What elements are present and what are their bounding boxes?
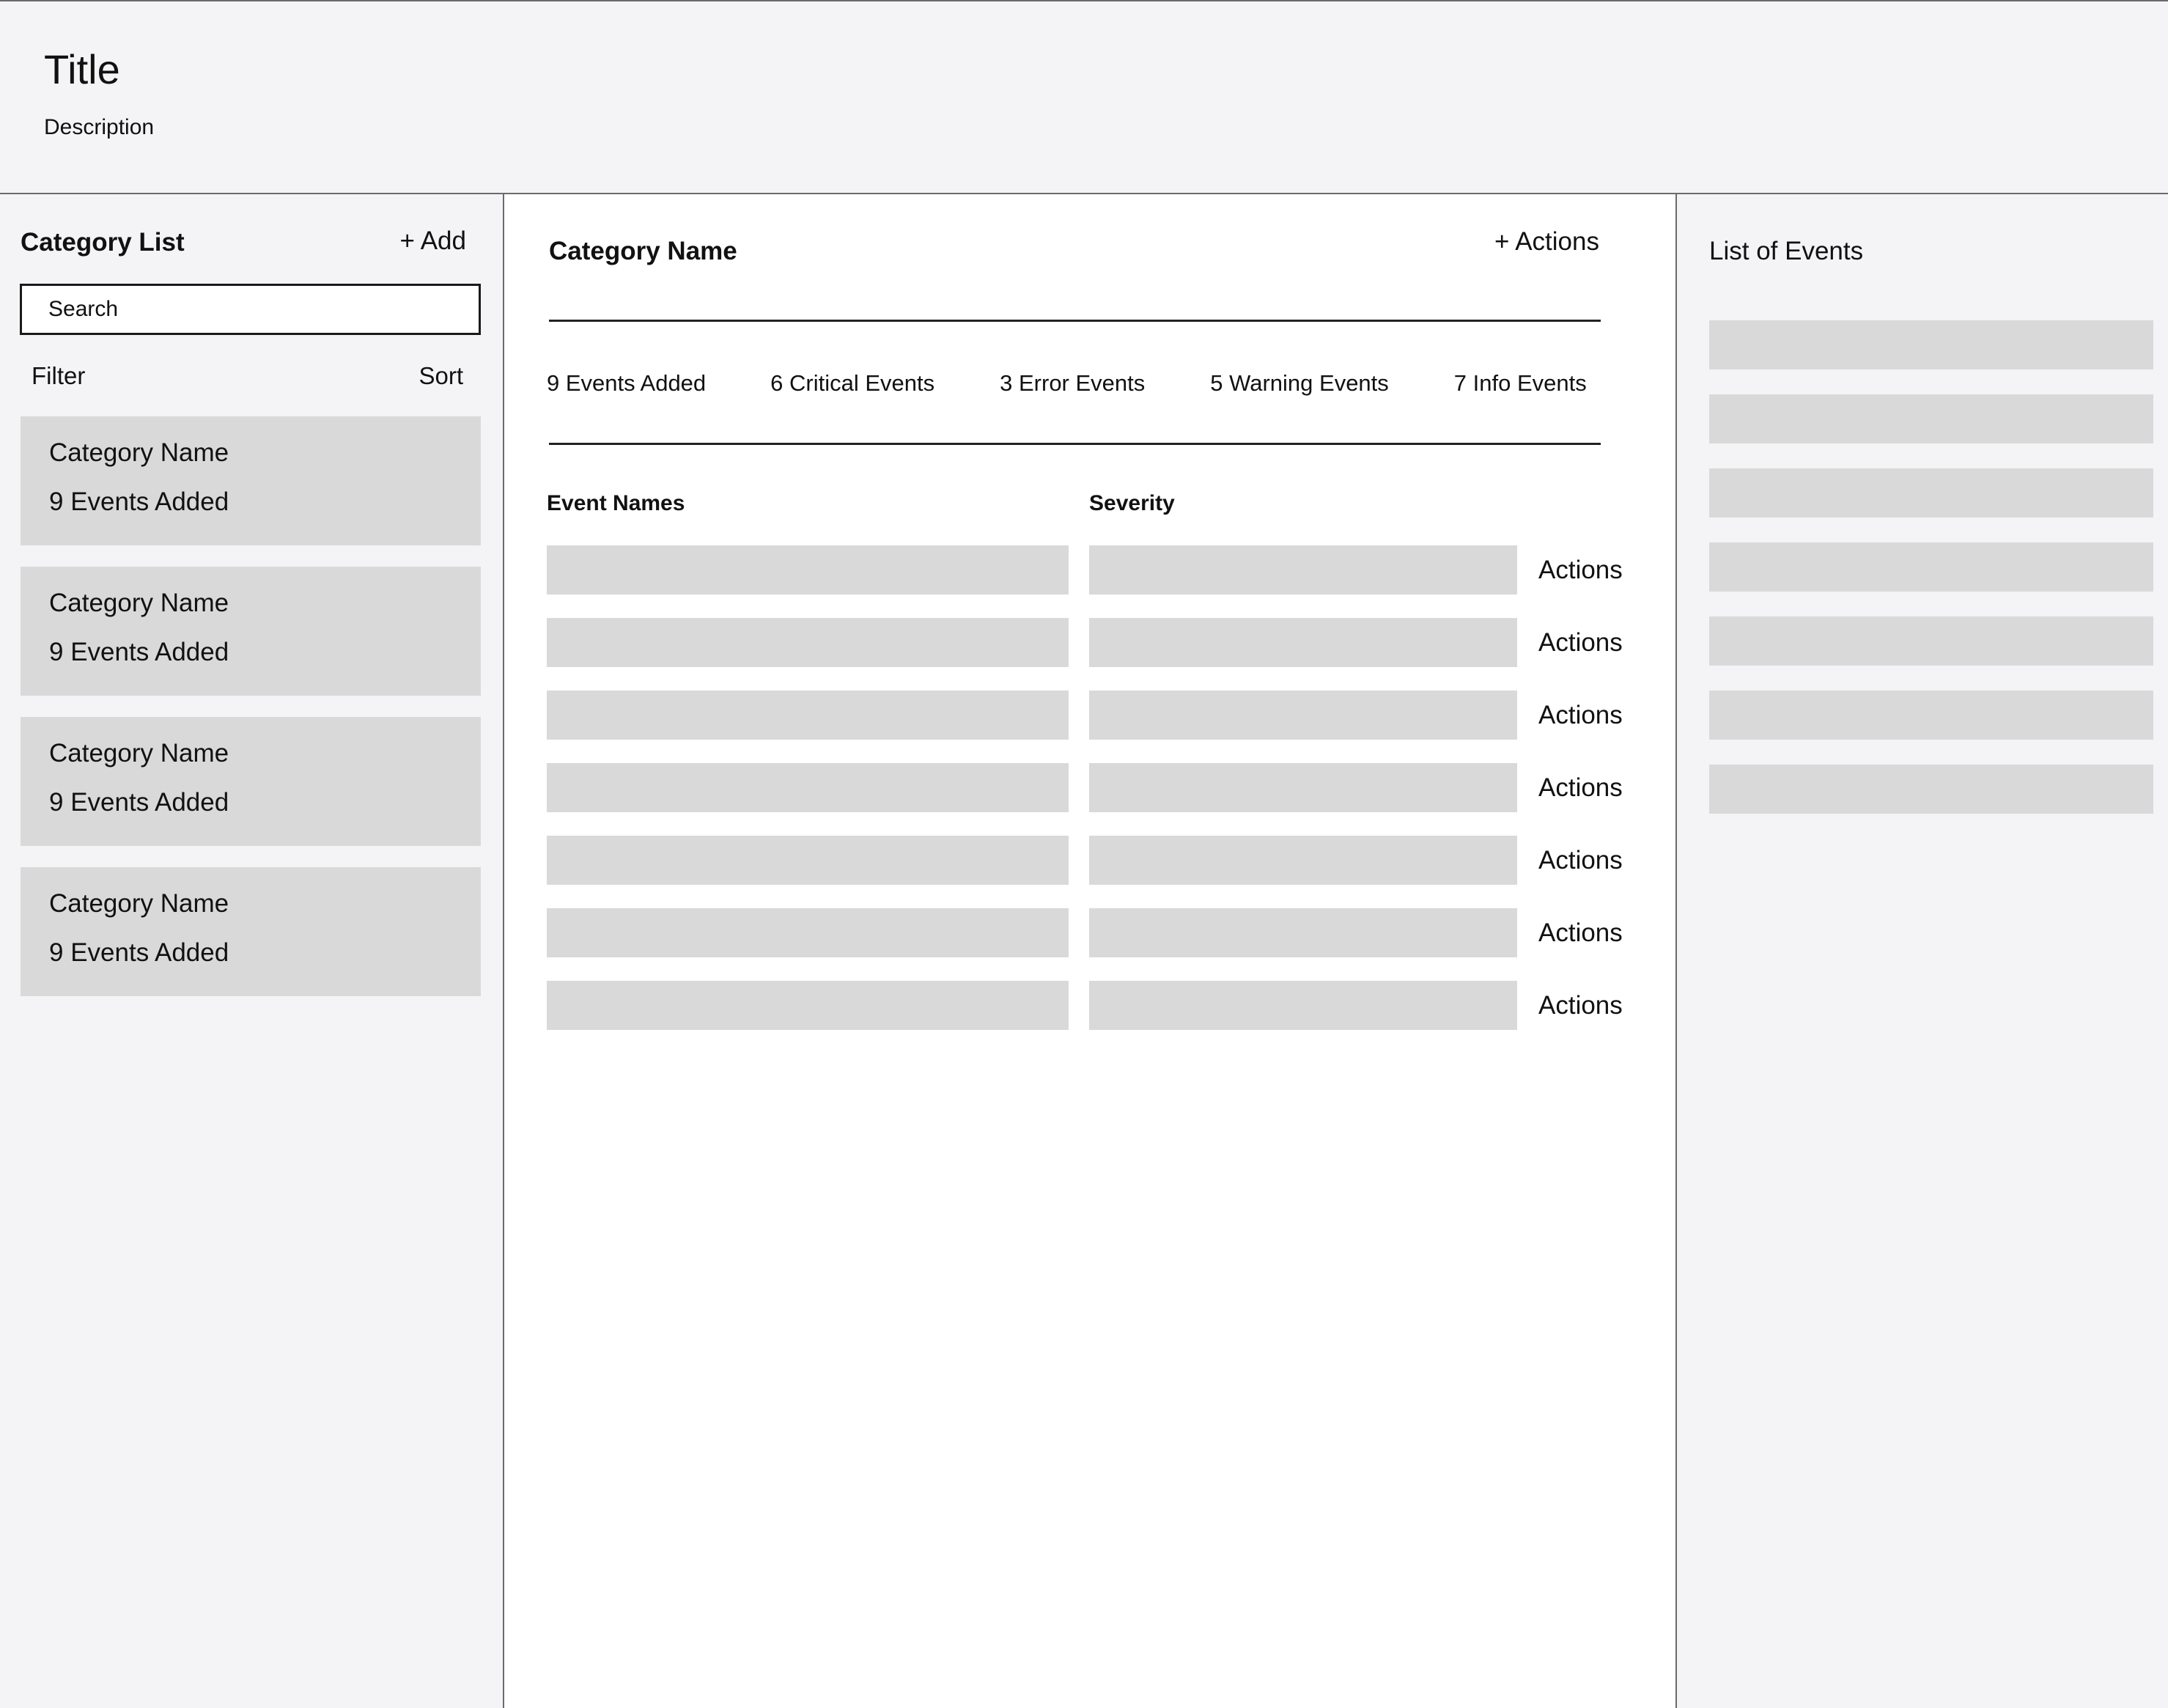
table-row: Actions [547, 981, 1646, 1030]
table-row: Actions [547, 763, 1646, 812]
severity-cell[interactable] [1089, 836, 1517, 885]
stat-warning-events: 5 Warning Events [1210, 370, 1389, 396]
list-item[interactable] [1709, 691, 2153, 740]
severity-cell[interactable] [1089, 763, 1517, 812]
category-actions-button[interactable]: + Actions [1494, 226, 1599, 258]
severity-cell[interactable] [1089, 618, 1517, 667]
category-list-title: Category List [21, 228, 185, 257]
category-card-count: 9 Events Added [49, 938, 229, 967]
severity-cell[interactable] [1089, 908, 1517, 957]
category-detail-title: Category Name [549, 237, 737, 265]
list-item[interactable] [1709, 468, 2153, 518]
row-actions-button[interactable]: Actions [1538, 627, 1623, 659]
row-actions-button[interactable]: Actions [1538, 844, 1623, 877]
column-header-severity[interactable]: Severity [1089, 489, 1175, 518]
stat-events-added: 9 Events Added [547, 370, 707, 396]
events-list [1709, 320, 2153, 839]
event-name-cell[interactable] [547, 981, 1069, 1030]
list-item[interactable] [1709, 765, 2153, 814]
event-name-cell[interactable] [547, 908, 1069, 957]
severity-cell[interactable] [1089, 691, 1517, 740]
event-table: Actions Actions Actions Actions Actions [547, 545, 1646, 1053]
filter-button[interactable]: Filter [32, 360, 85, 392]
list-item[interactable] [1709, 542, 2153, 592]
event-name-cell[interactable] [547, 763, 1069, 812]
table-row: Actions [547, 908, 1646, 957]
events-list-title: List of Events [1709, 237, 1864, 265]
row-actions-button[interactable]: Actions [1538, 990, 1623, 1022]
events-list-panel: List of Events [1675, 194, 2168, 1708]
event-name-cell[interactable] [547, 836, 1069, 885]
event-name-cell[interactable] [547, 691, 1069, 740]
severity-cell[interactable] [1089, 981, 1517, 1030]
category-card-name: Category Name [49, 739, 229, 768]
category-card-name: Category Name [49, 889, 229, 918]
stat-critical-events: 6 Critical Events [770, 370, 935, 396]
page-header: Title Description [0, 0, 2168, 194]
add-category-button[interactable]: + Add [399, 225, 466, 257]
list-item[interactable] [1709, 616, 2153, 666]
page-title: Title [44, 46, 120, 92]
row-actions-button[interactable]: Actions [1538, 699, 1623, 732]
severity-cell[interactable] [1089, 545, 1517, 595]
row-actions-button[interactable]: Actions [1538, 917, 1623, 949]
table-row: Actions [547, 545, 1646, 595]
category-card-count: 9 Events Added [49, 487, 229, 516]
event-name-cell[interactable] [547, 545, 1069, 595]
sort-button[interactable]: Sort [419, 360, 463, 392]
category-sidebar: Category List + Add Filter Sort Category… [0, 194, 504, 1708]
stat-error-events: 3 Error Events [1000, 370, 1146, 396]
category-card[interactable]: Category Name 9 Events Added [21, 416, 481, 545]
category-card[interactable]: Category Name 9 Events Added [21, 717, 481, 846]
table-row: Actions [547, 691, 1646, 740]
table-row: Actions [547, 836, 1646, 885]
category-list: Category Name 9 Events Added Category Na… [21, 416, 481, 1017]
row-actions-button[interactable]: Actions [1538, 772, 1623, 804]
category-detail-panel: Category Name + Actions 9 Events Added 6… [504, 194, 1675, 1708]
row-actions-button[interactable]: Actions [1538, 554, 1623, 586]
app-frame: Title Description Category List + Add Fi… [0, 0, 2168, 1708]
stat-info-events: 7 Info Events [1453, 370, 1587, 396]
category-card-count: 9 Events Added [49, 788, 229, 817]
event-stats: 9 Events Added 6 Critical Events 3 Error… [547, 369, 1587, 398]
list-item[interactable] [1709, 320, 2153, 369]
list-item[interactable] [1709, 394, 2153, 443]
category-card-count: 9 Events Added [49, 638, 229, 666]
search-input[interactable] [20, 284, 481, 335]
category-card[interactable]: Category Name 9 Events Added [21, 567, 481, 696]
category-card-name: Category Name [49, 589, 229, 617]
category-card-name: Category Name [49, 438, 229, 467]
column-header-event-names[interactable]: Event Names [547, 489, 685, 518]
divider [549, 443, 1601, 445]
divider [549, 320, 1601, 322]
event-name-cell[interactable] [547, 618, 1069, 667]
category-card[interactable]: Category Name 9 Events Added [21, 867, 481, 996]
table-row: Actions [547, 618, 1646, 667]
page-description: Description [44, 115, 155, 139]
